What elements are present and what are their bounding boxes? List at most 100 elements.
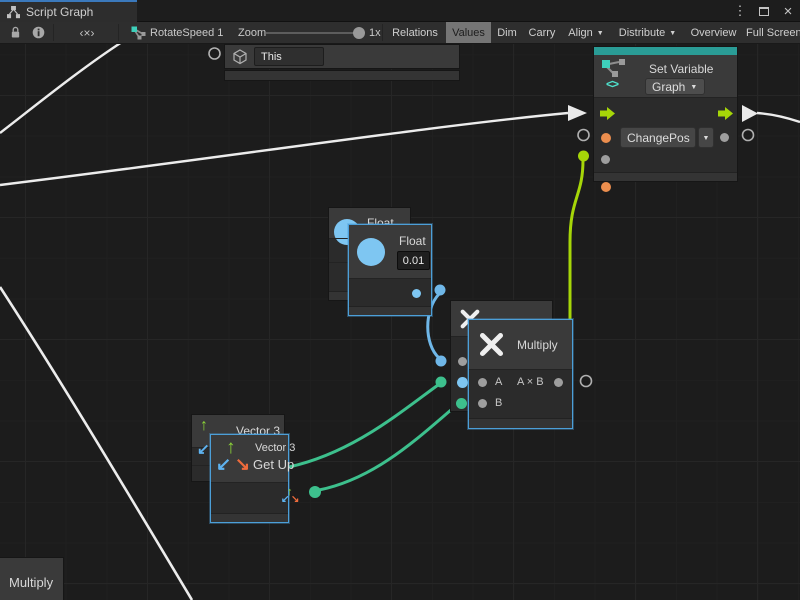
arrow-up-icon: ↑ bbox=[200, 418, 208, 434]
wire-lime[interactable] bbox=[570, 160, 583, 335]
float-value: 0.01 bbox=[403, 255, 424, 267]
port-circle-setvar-right[interactable] bbox=[743, 130, 754, 141]
port-circle-setvar-left[interactable] bbox=[578, 130, 589, 141]
get-up-node[interactable]: ↑ ↙ ↘ Vector 3 Get Up ↑ ↙ ↘ bbox=[210, 434, 289, 523]
align-button[interactable]: Align ▼ bbox=[562, 22, 610, 43]
distribute-button[interactable]: Distribute ▼ bbox=[611, 22, 684, 43]
wire-teal-a[interactable] bbox=[289, 385, 438, 467]
multiply-back-port-b[interactable] bbox=[457, 377, 468, 388]
multiply-result-label: A × B bbox=[517, 376, 544, 388]
float-footer bbox=[349, 306, 431, 315]
multiply-footer bbox=[469, 418, 572, 428]
multiply-x-icon bbox=[478, 331, 505, 358]
window-close-button[interactable]: × bbox=[777, 0, 799, 22]
get-up-footer bbox=[211, 513, 288, 522]
zoom-slider-track[interactable] bbox=[266, 32, 358, 34]
multiply-partial-title: Multiply bbox=[9, 575, 53, 590]
multiply-input-a-label: A bbox=[495, 376, 502, 388]
zoom-slider-handle[interactable] bbox=[353, 27, 365, 39]
multiply-input-b-port[interactable] bbox=[478, 399, 487, 408]
float-title: Float bbox=[399, 234, 426, 248]
set-variable-footer bbox=[594, 172, 737, 181]
variable-name-field[interactable]: ChangePos bbox=[620, 127, 696, 148]
flow-output-arrow[interactable] bbox=[718, 107, 733, 120]
info-button[interactable] bbox=[27, 22, 49, 43]
this-object-field[interactable]: This bbox=[254, 47, 324, 66]
this-object-value: This bbox=[261, 51, 282, 63]
wire-arrowhead-out bbox=[742, 105, 758, 122]
multiply-back-port-a[interactable] bbox=[458, 357, 467, 366]
wire-white-to-setvariable[interactable] bbox=[0, 113, 568, 185]
code-preview-icon: ‹×› bbox=[80, 26, 95, 40]
wire-white-right[interactable] bbox=[757, 113, 800, 122]
vector3-output-icon[interactable]: ↙ bbox=[281, 495, 289, 505]
set-variable-node[interactable]: <> Set Variable Graph ▼ ChangePos ▼ bbox=[593, 46, 738, 182]
cube-icon bbox=[232, 49, 248, 65]
multiply-back-port-c[interactable] bbox=[456, 398, 467, 409]
values-button[interactable]: Values bbox=[446, 22, 491, 43]
carry-button[interactable]: Carry bbox=[523, 22, 561, 43]
tab-script-graph[interactable]: Script Graph bbox=[0, 0, 137, 22]
window-maximize-button[interactable] bbox=[753, 0, 775, 22]
wire-teal-b[interactable] bbox=[319, 404, 458, 490]
overview-button[interactable]: Overview bbox=[685, 22, 742, 43]
variable-kind-value: Graph bbox=[652, 80, 685, 94]
variable-input-port[interactable] bbox=[601, 133, 611, 143]
multiply-result-port[interactable] bbox=[554, 378, 563, 387]
full-screen-button[interactable]: Full Screen bbox=[743, 22, 800, 43]
multiply-title: Multiply bbox=[517, 338, 558, 352]
dim-button[interactable]: Dim bbox=[492, 22, 522, 43]
arrow-downleft-icon: ↙ bbox=[216, 455, 231, 473]
breadcrumb[interactable]: RotateSpeed 1 bbox=[150, 22, 223, 43]
maximize-icon bbox=[759, 7, 769, 16]
multiply-input-a-port[interactable] bbox=[478, 378, 487, 387]
variable-name-dropdown-button[interactable]: ▼ bbox=[698, 127, 714, 148]
wire-blue-start[interactable] bbox=[435, 285, 446, 296]
get-up-subtitle: Get Up bbox=[253, 457, 294, 472]
this-node[interactable]: This bbox=[224, 44, 460, 69]
multiply-node-partial[interactable]: Multiply bbox=[0, 557, 64, 600]
graph-name: RotateSpeed 1 bbox=[150, 27, 223, 39]
vector3-output-icon[interactable]: ↘ bbox=[291, 495, 299, 505]
arrow-downright-icon: ↘ bbox=[235, 455, 250, 473]
code-brackets-icon: <> bbox=[606, 77, 618, 91]
zoom-label: Zoom bbox=[238, 22, 266, 43]
variable-kind-dropdown[interactable]: Graph ▼ bbox=[645, 78, 705, 95]
multiply-input-b-label: B bbox=[495, 397, 502, 409]
relations-button[interactable]: Relations bbox=[386, 22, 444, 43]
wire-lime-endpoint[interactable] bbox=[578, 151, 589, 162]
port-circle-this[interactable] bbox=[209, 48, 220, 59]
chevron-down-icon: ▼ bbox=[690, 84, 697, 91]
zoom-value: 1x bbox=[369, 22, 381, 43]
lock-button[interactable] bbox=[4, 22, 26, 43]
set-variable-title: Set Variable bbox=[649, 62, 713, 76]
variable-name-value: ChangePos bbox=[627, 131, 690, 145]
float-output-port[interactable] bbox=[412, 289, 421, 298]
port-circle-multiply-out[interactable] bbox=[581, 376, 592, 387]
float-value-input[interactable]: 0.01 bbox=[397, 251, 430, 270]
chevron-down-icon: ▼ bbox=[669, 30, 676, 37]
graph-breadcrumb-icon bbox=[128, 22, 148, 43]
wire-white-diagonal[interactable] bbox=[0, 287, 192, 600]
wire-teal-b-start[interactable] bbox=[309, 486, 321, 498]
wire-blue-end[interactable] bbox=[436, 356, 447, 367]
wire-teal-a-end[interactable] bbox=[436, 377, 447, 388]
output-value-port[interactable] bbox=[720, 133, 729, 142]
variable-port[interactable] bbox=[601, 182, 611, 192]
code-preview-button[interactable]: ‹×› bbox=[72, 22, 102, 43]
set-variable-graph-icon bbox=[601, 58, 627, 78]
vector3-title: Vector 3 bbox=[255, 442, 295, 454]
float-node[interactable]: Float 0.01 bbox=[348, 224, 432, 316]
close-icon: × bbox=[784, 3, 793, 20]
graph-toolbar: ‹×› RotateSpeed 1 Zoom 1x Relations bbox=[0, 22, 800, 44]
tab-title: Script Graph bbox=[26, 5, 93, 19]
fallback-value-port[interactable] bbox=[601, 155, 610, 164]
flow-input-arrow[interactable] bbox=[600, 107, 615, 120]
window-menu-button[interactable]: ⋮ bbox=[730, 0, 750, 22]
this-node-footer bbox=[224, 70, 460, 81]
info-icon bbox=[32, 26, 45, 39]
float-icon bbox=[357, 238, 385, 266]
multiply-node[interactable]: Multiply A A × B B bbox=[468, 319, 573, 429]
wire-white-topleft[interactable] bbox=[0, 42, 122, 133]
kebab-menu-icon: ⋮ bbox=[734, 3, 747, 19]
